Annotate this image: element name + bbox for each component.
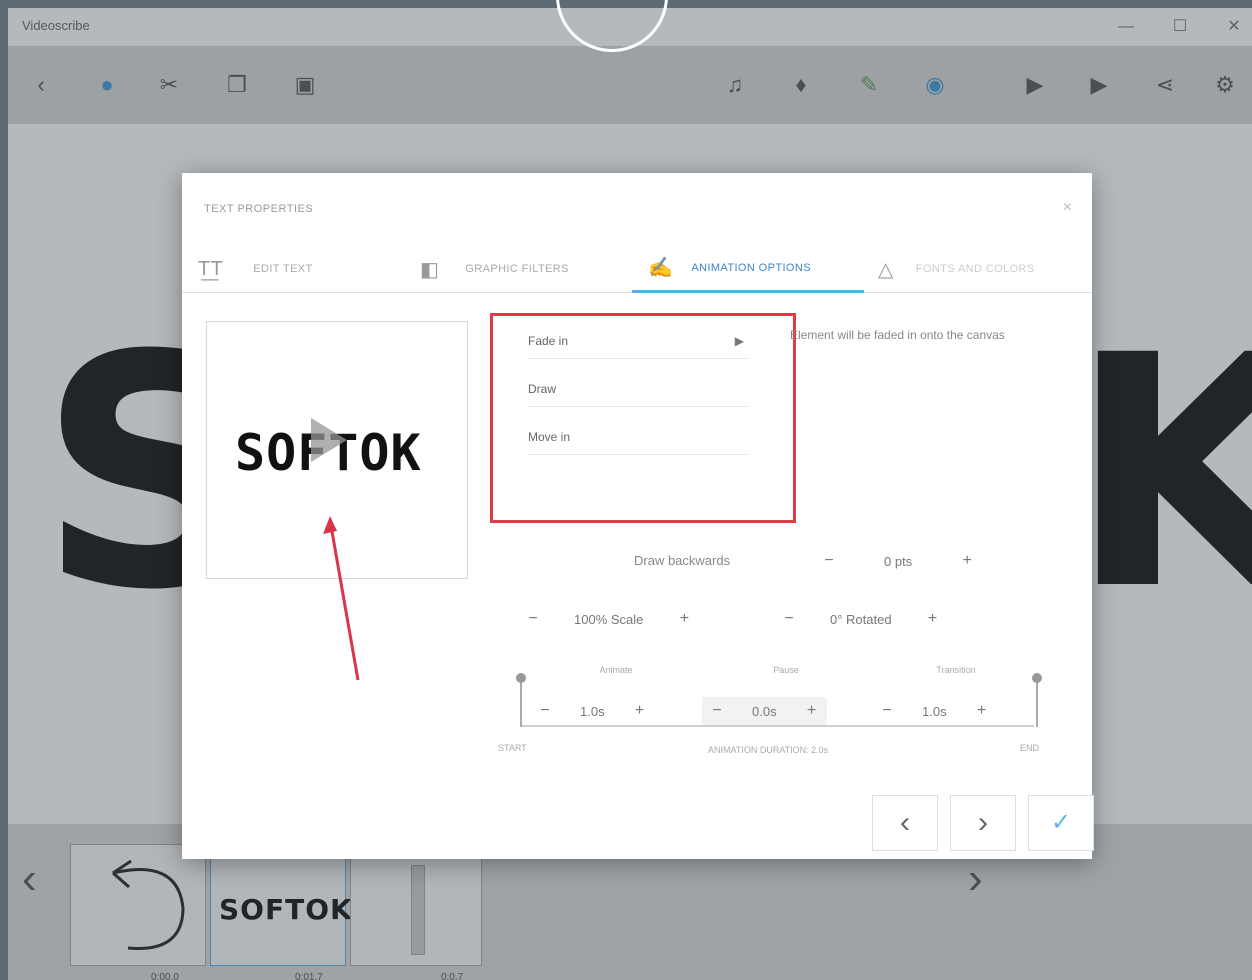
tab-edit-text[interactable]: T͟T EDIT TEXT bbox=[198, 245, 313, 293]
duration-label: ANIMATION DURATION: 2.0s bbox=[708, 745, 829, 755]
filter-icon: ◧ bbox=[420, 258, 440, 281]
end-label: END bbox=[1020, 743, 1040, 753]
segment-label: Transition bbox=[936, 665, 976, 675]
increment-button[interactable]: + bbox=[797, 697, 827, 725]
increment-button[interactable]: + bbox=[967, 697, 997, 725]
ok-button[interactable]: ✓ bbox=[1028, 795, 1094, 851]
pause-value[interactable]: 0.0s bbox=[732, 704, 797, 719]
segment-label: Pause bbox=[773, 665, 799, 675]
transition-value[interactable]: 1.0s bbox=[902, 704, 967, 719]
rotate-stepper: − 0° Rotated + bbox=[774, 605, 948, 633]
start-pin-handle[interactable] bbox=[516, 673, 526, 683]
end-pin-handle[interactable] bbox=[1032, 673, 1042, 683]
play-preview-icon[interactable] bbox=[311, 418, 347, 462]
tab-fonts-and-colors[interactable]: △ FONTS AND COLORS bbox=[878, 245, 1035, 293]
decrement-button[interactable]: − bbox=[872, 697, 902, 725]
segment-label: Animate bbox=[599, 665, 633, 675]
decrement-button[interactable]: − bbox=[774, 605, 804, 633]
draw-backwards-stepper: − 0 pts + bbox=[814, 547, 982, 575]
previous-button[interactable]: ‹ bbox=[872, 795, 938, 851]
end-pin[interactable] bbox=[1036, 677, 1038, 727]
font-icon: △ bbox=[878, 258, 894, 281]
increment-button[interactable]: + bbox=[952, 547, 982, 575]
decrement-button[interactable]: − bbox=[814, 547, 844, 575]
red-annotation-arrow bbox=[323, 516, 360, 681]
animate-stepper: − 1.0s + bbox=[530, 697, 655, 725]
increment-button[interactable]: + bbox=[918, 605, 948, 633]
decrement-button[interactable]: − bbox=[530, 697, 560, 725]
text-icon: T͟T bbox=[198, 257, 224, 280]
increment-button[interactable]: + bbox=[669, 605, 699, 633]
rotate-value[interactable]: 0° Rotated bbox=[804, 612, 918, 627]
highlight-annotation-box bbox=[490, 313, 796, 523]
next-button[interactable]: › bbox=[950, 795, 1016, 851]
increment-button[interactable]: + bbox=[625, 697, 655, 725]
tab-label: GRAPHIC FILTERS bbox=[465, 263, 569, 275]
draw-backwards-value[interactable]: 0 pts bbox=[844, 554, 952, 569]
dialog-tabs: T͟T EDIT TEXT ◧ GRAPHIC FILTERS ✍ ANIMAT… bbox=[182, 245, 1092, 293]
tab-label: ANIMATION OPTIONS bbox=[691, 261, 811, 274]
draw-backwards-label[interactable]: Draw backwards bbox=[634, 553, 730, 568]
decrement-button[interactable]: − bbox=[518, 605, 548, 633]
tab-label: FONTS AND COLORS bbox=[915, 263, 1035, 275]
timing-control: Animate − 1.0s + Pause − 0.0s + Transiti… bbox=[498, 663, 1048, 755]
pause-stepper: − 0.0s + bbox=[702, 697, 827, 725]
decrement-button[interactable]: − bbox=[702, 697, 732, 725]
animation-description: Element will be faded in onto the canvas bbox=[790, 328, 1005, 342]
transition-stepper: − 1.0s + bbox=[872, 697, 997, 725]
scale-value[interactable]: 100% Scale bbox=[548, 612, 669, 627]
start-label: START bbox=[498, 743, 527, 753]
tab-animation-options[interactable]: ✍ ANIMATION OPTIONS bbox=[632, 245, 864, 293]
hand-icon: ✍ bbox=[648, 257, 674, 279]
tab-graphic-filters[interactable]: ◧ GRAPHIC FILTERS bbox=[420, 245, 569, 293]
start-pin[interactable] bbox=[520, 677, 522, 727]
timing-track bbox=[522, 725, 1034, 727]
scale-stepper: − 100% Scale + bbox=[518, 605, 699, 633]
animate-value[interactable]: 1.0s bbox=[560, 704, 625, 719]
tab-label: EDIT TEXT bbox=[253, 263, 313, 275]
dialog-close-button[interactable]: × bbox=[1063, 199, 1072, 217]
dialog-title: TEXT PROPERTIES bbox=[204, 203, 314, 215]
